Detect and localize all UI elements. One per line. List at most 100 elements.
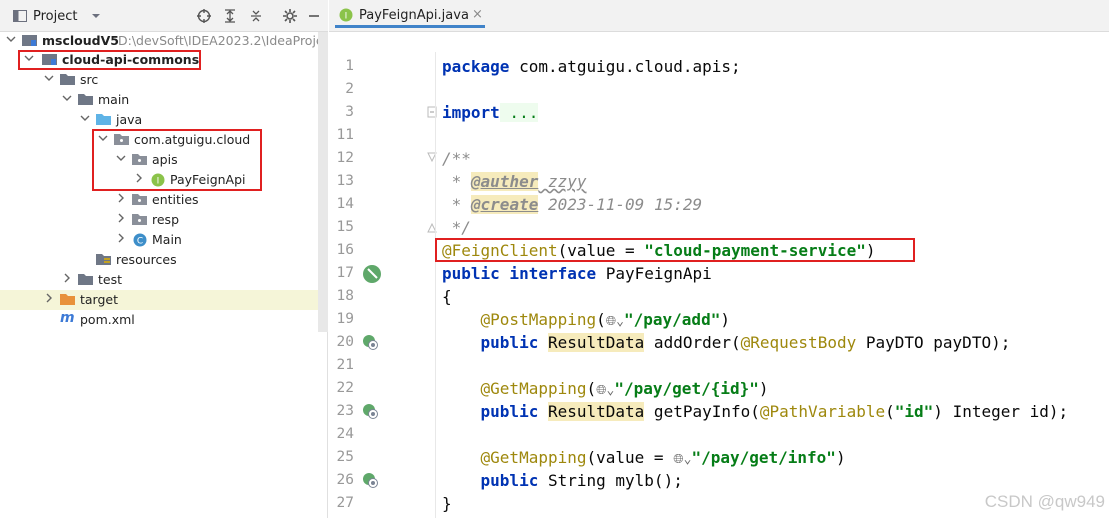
expand-all-icon[interactable] [222, 8, 238, 24]
line-number: 21 [336, 357, 354, 373]
chevron-right-icon[interactable] [116, 193, 126, 203]
code-token: @PostMapping [442, 310, 597, 329]
tree-item-resp[interactable]: resp [0, 210, 328, 230]
source-folder-icon [96, 114, 111, 125]
code-line: * @create 2023-11-09 15:29 [442, 195, 702, 214]
project-view-icon[interactable] [12, 8, 28, 24]
class-icon: C [133, 233, 147, 247]
globe-icon[interactable]: 🌐︎⌄ [673, 452, 691, 467]
code-line: public ResultData addOrder(@RequestBody … [442, 333, 1010, 352]
line-number: 15 [336, 219, 354, 235]
folder-icon [78, 94, 93, 105]
implementation-gutter-icon[interactable] [361, 263, 383, 285]
tree-item-java[interactable]: java [0, 110, 328, 130]
code-line: public String mylb(); [442, 471, 683, 490]
code-token: ) Integer id); [933, 402, 1069, 421]
minimize-icon[interactable] [306, 8, 322, 24]
project-path: D:\devSoft\IDEA2023.2\IdeaProje [118, 33, 324, 48]
code-token: PayFeignApi [596, 264, 712, 283]
code-token: "/pay/get/{id}" [614, 379, 759, 398]
code-token: @GetMapping [442, 448, 587, 467]
code-token: * [442, 172, 471, 191]
code-line: @GetMapping(value = 🌐︎⌄"/pay/get/info") [442, 448, 846, 467]
scrollbar[interactable] [318, 32, 328, 332]
chevron-down-icon[interactable] [80, 113, 90, 123]
folder-icon [60, 74, 75, 85]
implementation-gutter-icon[interactable] [361, 402, 379, 420]
tree-item-target[interactable]: target [0, 290, 328, 310]
code-line: import ... [442, 103, 539, 122]
code-token: ( [596, 310, 606, 329]
implementation-gutter-icon[interactable] [361, 333, 379, 351]
chevron-right-icon[interactable] [44, 293, 54, 303]
code-line: */ [442, 218, 471, 237]
implementation-gutter-icon[interactable] [361, 471, 379, 489]
tree-item-pom[interactable]: m pom.xml [0, 310, 328, 330]
code-token: ... [499, 103, 539, 122]
tab-payfeignapi[interactable]: I PayFeignApi.java × [335, 4, 485, 28]
line-number: 11 [336, 127, 354, 143]
code-line: } [442, 494, 452, 513]
code-token: @RequestBody [740, 333, 857, 352]
code-line: /** [442, 149, 471, 168]
globe-icon[interactable]: 🌐︎⌄ [596, 383, 614, 398]
tree-item-main[interactable]: main [0, 90, 328, 110]
line-number: 19 [336, 311, 354, 327]
project-title[interactable]: Project [33, 9, 77, 24]
tree-item-test[interactable]: test [0, 270, 328, 290]
locate-icon[interactable] [196, 8, 212, 24]
globe-icon[interactable]: 🌐︎⌄ [606, 314, 624, 329]
chevron-down-icon[interactable] [44, 73, 54, 83]
code-token: import [442, 103, 500, 122]
chevron-right-icon[interactable] [116, 233, 126, 243]
tree-item-label: java [116, 112, 143, 127]
excluded-folder-icon [60, 294, 75, 305]
chevron-down-icon[interactable] [62, 93, 72, 103]
gear-icon[interactable] [282, 8, 298, 24]
code-token: public [442, 333, 548, 352]
code-token: "/pay/get/info" [691, 448, 836, 467]
package-icon [132, 194, 147, 205]
chevron-right-icon[interactable] [116, 213, 126, 223]
tab-label: PayFeignApi.java [359, 8, 469, 23]
line-number: 16 [336, 242, 354, 258]
highlight-box [18, 50, 201, 70]
tree-item-src[interactable]: src [0, 70, 328, 90]
code-token: ( [586, 379, 597, 398]
tree-item-mscloudv5[interactable]: mscloudV5 D:\devSoft\IDEA2023.2\IdeaProj… [0, 31, 328, 51]
package-icon [132, 214, 147, 225]
collapse-all-icon[interactable] [248, 8, 264, 24]
code-token: @create [470, 195, 539, 214]
tab-bar: I PayFeignApi.java × [329, 0, 1109, 32]
line-number: 2 [345, 81, 354, 97]
line-number: 3 [345, 104, 354, 120]
project-pane: Project mscloudV5 D:\devSoft\IDEA2023.2\… [0, 0, 328, 518]
tree-item-label: pom.xml [80, 312, 135, 327]
chevron-down-icon[interactable] [88, 8, 104, 24]
tree-item-resources[interactable]: resources [0, 250, 328, 270]
code-token: ( [885, 402, 895, 421]
tree-item-label: Main [152, 232, 182, 247]
tree-item-main-class[interactable]: C Main [0, 230, 328, 250]
line-number: 23 [336, 403, 354, 419]
editor-pane: I PayFeignApi.java × 1 2 3 11 12 13 14 1… [329, 0, 1109, 518]
line-number: 22 [336, 380, 354, 396]
code-token: com.atguigu.cloud.apis; [509, 57, 741, 76]
code-token: @PathVariable [759, 402, 886, 421]
close-icon[interactable]: × [472, 7, 483, 22]
chevron-right-icon[interactable] [62, 273, 72, 283]
code-token: PayDTO payDTO); [856, 333, 1011, 352]
resources-folder-icon [96, 254, 111, 265]
code-token: ) [720, 310, 730, 329]
line-number: 20 [336, 334, 354, 350]
maven-icon: m [60, 310, 75, 326]
code-line: @PostMapping(🌐︎⌄"/pay/add") [442, 310, 730, 329]
highlight-box [435, 238, 915, 262]
tree-item-entities[interactable]: entities [0, 190, 328, 210]
chevron-down-icon[interactable] [6, 34, 16, 44]
line-number: 26 [336, 472, 354, 488]
code-token: ) [758, 379, 769, 398]
tree-item-label: src [80, 72, 99, 87]
tree-item-label: target [80, 292, 119, 307]
code-line: package com.atguigu.cloud.apis; [442, 57, 741, 76]
